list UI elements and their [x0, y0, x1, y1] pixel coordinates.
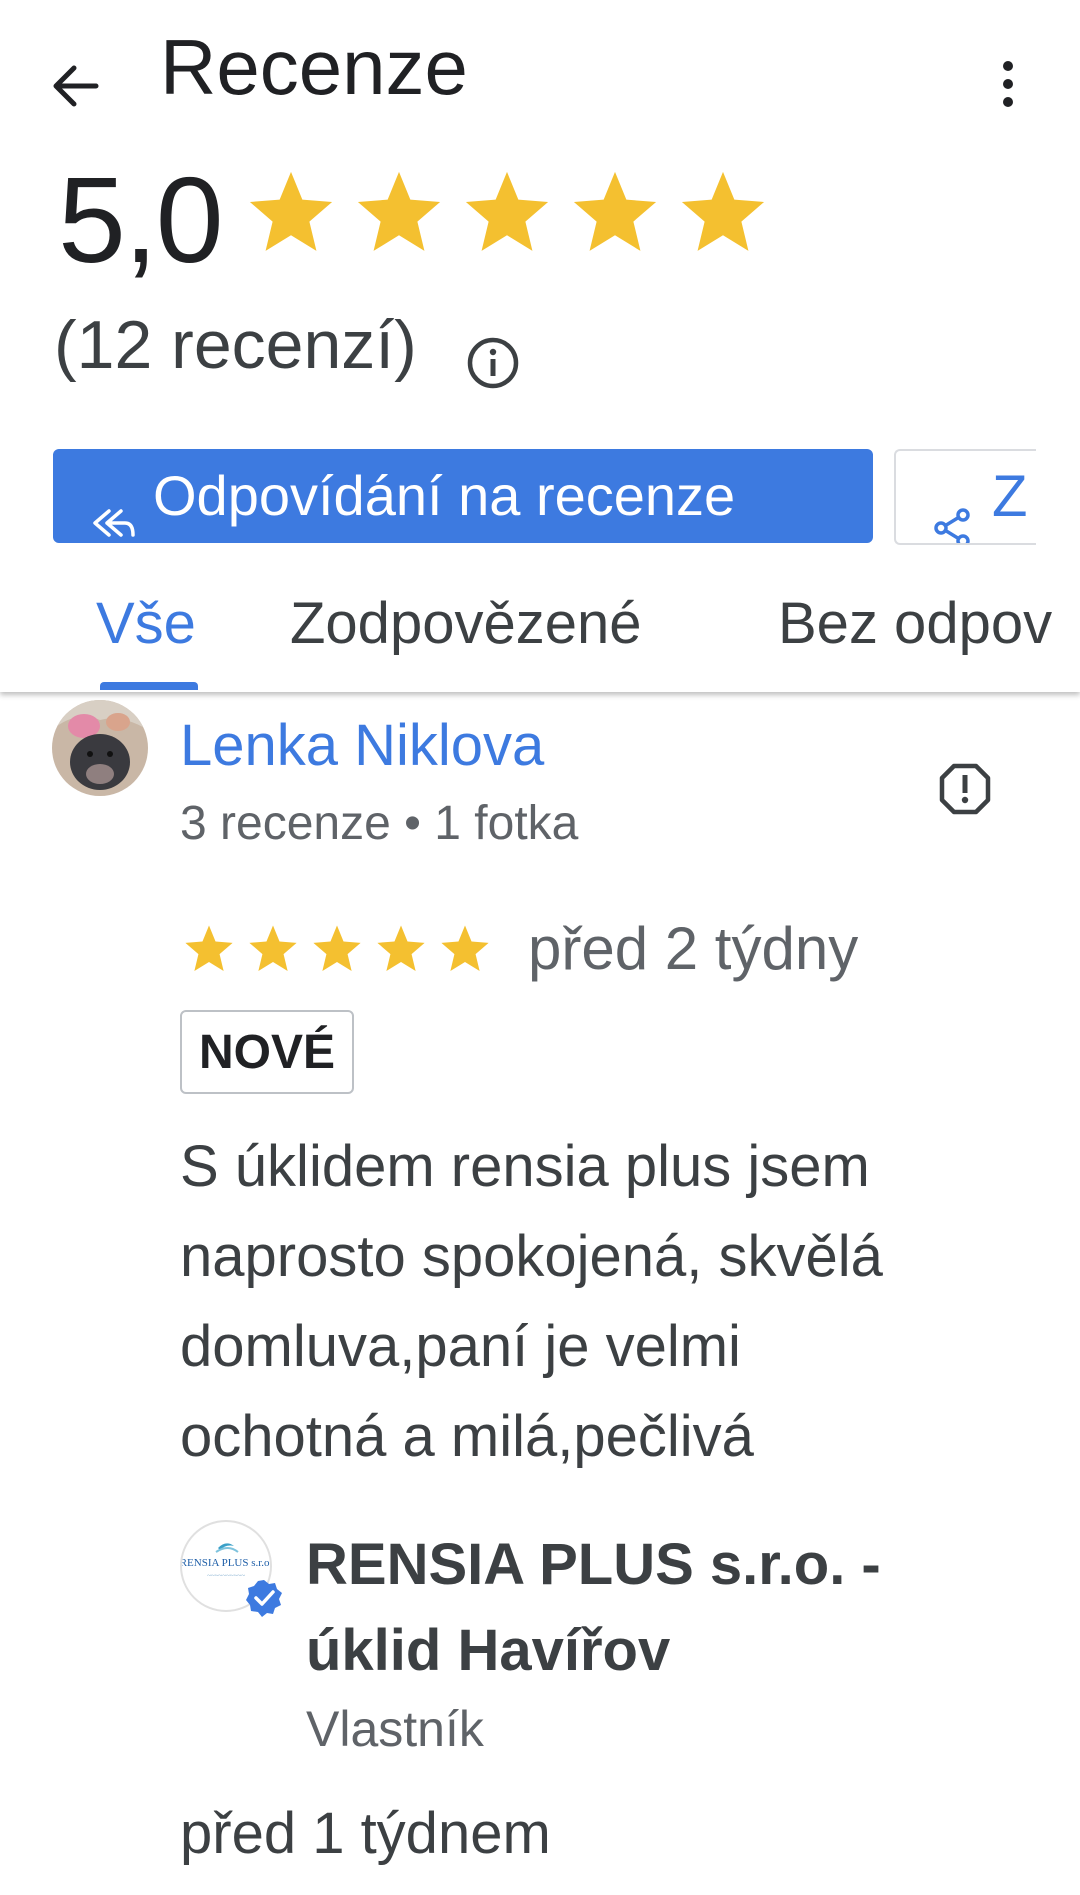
reviewer-name[interactable]: Lenka Niklova	[180, 712, 544, 779]
active-tab-indicator	[100, 682, 198, 690]
star-icon	[249, 171, 333, 251]
verified-icon	[246, 1580, 282, 1617]
review-date: před 2 týdny	[528, 915, 859, 982]
star-icon	[441, 925, 489, 971]
rating-stars	[244, 166, 770, 256]
star-icon	[377, 925, 425, 971]
owner-name: RENSIA PLUS s.r.o. - úklid Havířov	[306, 1522, 1026, 1694]
star-icon	[573, 171, 657, 251]
owner-name-line: RENSIA PLUS s.r.o. -	[306, 1532, 881, 1597]
share-label: Z	[992, 464, 1028, 529]
tab-unanswered[interactable]: Bez odpov	[778, 590, 1052, 657]
more-vert-icon[interactable]	[988, 58, 1028, 110]
average-rating: 5,0	[58, 152, 224, 288]
star-icon	[185, 925, 233, 971]
star-icon	[357, 171, 441, 251]
info-icon[interactable]	[466, 336, 520, 390]
tab-answered[interactable]: Zodpovězené	[290, 590, 641, 657]
share-icon	[934, 508, 970, 543]
report-icon[interactable]	[938, 762, 992, 816]
reviewer-meta: 3 recenze • 1 fotka	[180, 797, 579, 850]
reply-to-reviews-button[interactable]: Odpovídání na recenze	[53, 449, 873, 543]
review-text: S úklidem rensia plus jsem naprosto spok…	[180, 1122, 1020, 1482]
arrow-left-icon[interactable]	[46, 56, 106, 116]
review-text-line: S úklidem rensia plus jsem	[180, 1134, 870, 1199]
review-text-line: naprosto spokojená, skvělá	[180, 1224, 883, 1289]
reviewer-avatar[interactable]	[52, 700, 148, 796]
svg-text:~~~~~~~~~~: ~~~~~~~~~~	[207, 1572, 245, 1580]
top-header: Recenze 5,0 (12 recenzí) Odpovídání na r…	[0, 0, 1080, 692]
owner-name-line: úklid Havířov	[306, 1618, 671, 1683]
reply-all-icon	[93, 509, 135, 537]
owner-logo-text: RENSIA PLUS s.r.o.	[182, 1557, 270, 1569]
owner-role: Vlastník	[306, 1701, 484, 1757]
star-icon	[681, 171, 765, 251]
share-button[interactable]: Z	[894, 449, 1036, 545]
review-text-line: domluva,paní je velmi	[180, 1314, 741, 1379]
star-icon	[249, 925, 297, 971]
review-text-line: ochotná a milá,pečlivá	[180, 1404, 754, 1469]
review-stars	[182, 922, 492, 974]
reply-date: před 1 týdnem	[180, 1801, 551, 1866]
new-badge: NOVÉ	[180, 1010, 354, 1094]
review-count: (12 recenzí)	[54, 307, 417, 383]
reply-to-reviews-label: Odpovídání na recenze	[153, 464, 736, 527]
tab-all[interactable]: Vše	[96, 590, 196, 657]
star-icon	[465, 171, 549, 251]
page-title: Recenze	[160, 23, 468, 111]
star-icon	[313, 925, 361, 971]
